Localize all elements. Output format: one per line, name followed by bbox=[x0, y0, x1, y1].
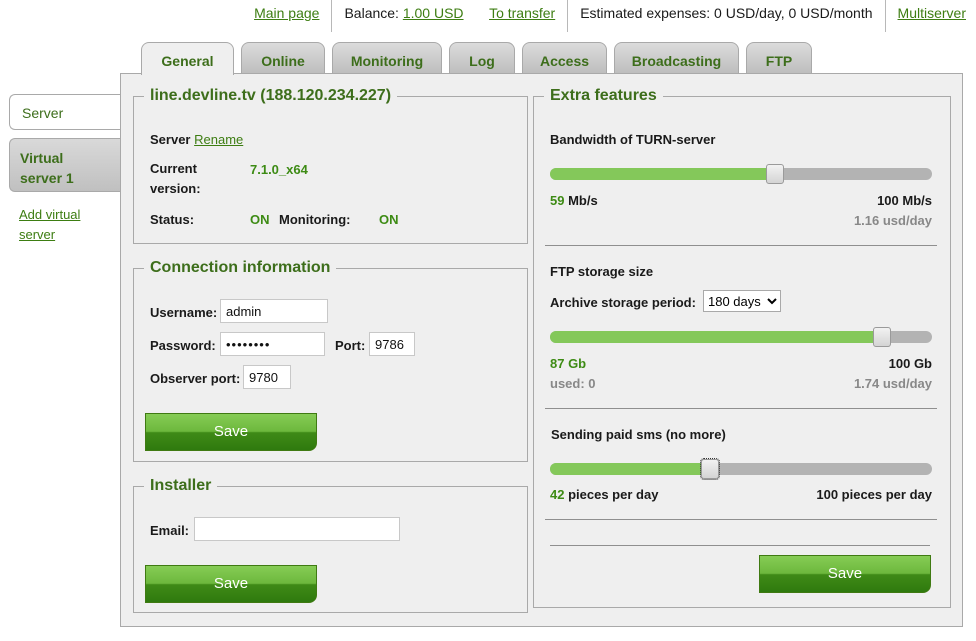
sms-value: 42 bbox=[550, 487, 565, 502]
extra-features-title: Extra features bbox=[544, 86, 663, 106]
sidebar-item-label: Virtual bbox=[20, 150, 64, 166]
archive-period-label: Archive storage period: bbox=[550, 295, 696, 310]
ftp-max: 100 Gb bbox=[888, 356, 932, 371]
turn-max: 100 Mb/s bbox=[877, 193, 932, 208]
observer-port-label: Observer port: bbox=[150, 371, 241, 386]
monitoring-label: Monitoring: bbox=[279, 212, 351, 227]
divider bbox=[545, 519, 937, 520]
main-page-link[interactable]: Main page bbox=[254, 5, 319, 21]
sms-title: Sending paid sms (no more) bbox=[551, 427, 726, 442]
turn-bandwidth-title: Bandwidth of TURN-server bbox=[550, 132, 716, 147]
ftp-storage-title: FTP storage size bbox=[550, 264, 654, 279]
tab-monitoring[interactable]: Monitoring bbox=[332, 42, 442, 74]
status-value: ON bbox=[250, 212, 270, 227]
divider bbox=[545, 408, 937, 409]
multiserver-link[interactable]: Multiserver bbox=[898, 5, 966, 21]
monitoring-value: ON bbox=[379, 212, 399, 227]
link-text: Add virtual bbox=[19, 207, 81, 222]
server-info-box: line.devline.tv (188.120.234.227) Server… bbox=[133, 86, 528, 244]
slider-handle[interactable] bbox=[873, 327, 891, 347]
email-input[interactable] bbox=[194, 517, 400, 541]
turn-price: 1.16 usd/day bbox=[853, 213, 932, 228]
add-virtual-server-link[interactable]: Add virtual server bbox=[19, 205, 109, 245]
tab-access[interactable]: Access bbox=[522, 42, 607, 74]
tab-log[interactable]: Log bbox=[449, 42, 515, 74]
divider bbox=[545, 245, 937, 246]
balance: Balance: 1.00 USD To transfer bbox=[332, 0, 567, 32]
connection-title: Connection information bbox=[144, 258, 337, 278]
password-label: Password: bbox=[150, 338, 216, 353]
to-transfer-link[interactable]: To transfer bbox=[489, 5, 555, 21]
installer-save-button[interactable]: Save bbox=[145, 565, 317, 603]
divider bbox=[550, 545, 930, 546]
observer-port-input[interactable] bbox=[243, 365, 291, 389]
sidebar-item-virtual-server-1[interactable]: Virtual server 1 bbox=[9, 138, 121, 192]
sms-value-row: 42 pieces per day bbox=[550, 487, 658, 502]
sms-unit: pieces per day bbox=[568, 487, 659, 502]
slider-fill bbox=[550, 168, 775, 180]
current-version-label: Current version: bbox=[150, 161, 201, 196]
installer-box: Installer Email: Save bbox=[133, 476, 528, 613]
tab-broadcasting[interactable]: Broadcasting bbox=[614, 42, 739, 74]
server-title: line.devline.tv (188.120.234.227) bbox=[144, 86, 398, 106]
extra-features-box: Extra features Bandwidth of TURN-server … bbox=[533, 86, 951, 608]
slider-handle[interactable] bbox=[700, 458, 720, 480]
slider-handle[interactable] bbox=[766, 164, 784, 184]
server-label: Server bbox=[150, 132, 191, 147]
link-text: server bbox=[19, 227, 56, 242]
sms-slider[interactable] bbox=[550, 458, 932, 480]
slider-fill bbox=[550, 331, 882, 343]
ftp-value: 87 Gb bbox=[550, 356, 587, 371]
username-label: Username: bbox=[150, 305, 218, 320]
ftp-storage-slider[interactable] bbox=[550, 327, 932, 347]
balance-value-link[interactable]: 1.00 USD bbox=[403, 5, 464, 21]
balance-label: Balance: bbox=[344, 5, 399, 21]
turn-bandwidth-slider[interactable] bbox=[550, 164, 932, 184]
extra-features-save-button[interactable]: Save bbox=[759, 555, 931, 593]
archive-period-select[interactable]: 180 days bbox=[703, 290, 781, 312]
turn-value: 59 bbox=[550, 193, 565, 208]
top-bar: Main page Balance: 1.00 USD To transfer … bbox=[242, 0, 966, 32]
tab-ftp[interactable]: FTP bbox=[746, 42, 812, 74]
port-input[interactable] bbox=[369, 332, 415, 356]
username-input[interactable] bbox=[220, 299, 328, 323]
tab-general[interactable]: General bbox=[141, 42, 234, 75]
password-input[interactable] bbox=[220, 332, 325, 356]
tab-online[interactable]: Online bbox=[241, 42, 325, 74]
ftp-price: 1.74 usd/day bbox=[853, 376, 932, 391]
estimated-expenses: Estimated expenses: 0 USD/day, 0 USD/mon… bbox=[580, 5, 873, 21]
turn-unit: Mb/s bbox=[568, 193, 598, 208]
slider-fill bbox=[550, 463, 710, 475]
port-label: Port: bbox=[335, 338, 366, 353]
sidebar-item-server[interactable]: Server bbox=[9, 94, 121, 130]
email-label: Email: bbox=[150, 523, 190, 538]
version-value: 7.1.0_x64 bbox=[250, 162, 308, 177]
sms-max: 100 pieces per day bbox=[816, 487, 932, 502]
rename-link[interactable]: Rename bbox=[194, 132, 243, 147]
turn-value-row: 59 Mb/s bbox=[550, 193, 598, 208]
ftp-used: used: 0 bbox=[550, 376, 596, 391]
connection-save-button[interactable]: Save bbox=[145, 413, 317, 451]
connection-info-box: Connection information Username: Passwor… bbox=[133, 258, 528, 462]
sidebar-item-label: server 1 bbox=[20, 170, 74, 186]
status-label: Status: bbox=[150, 212, 195, 227]
installer-title: Installer bbox=[144, 476, 218, 496]
